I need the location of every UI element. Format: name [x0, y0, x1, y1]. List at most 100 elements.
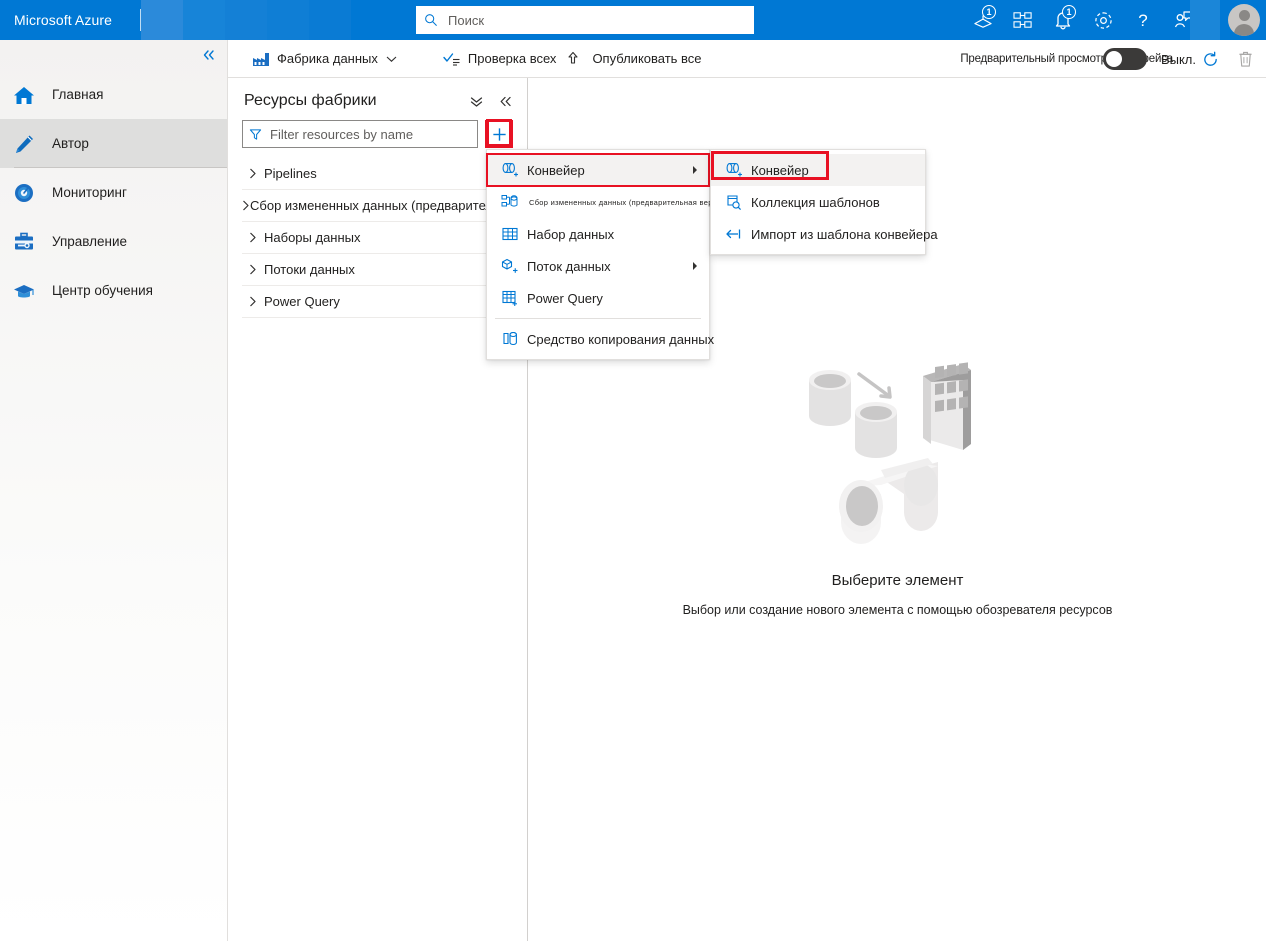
- table-row[interactable]: Наборы данных: [242, 222, 527, 254]
- monitor-gauge-icon: [12, 182, 46, 204]
- chevron-right-icon[interactable]: [242, 168, 264, 179]
- azure-data-factory-studio: Microsoft Azure: [0, 0, 1266, 941]
- svg-text:?: ?: [1138, 11, 1147, 30]
- menu-item-data-flow[interactable]: Поток данных: [487, 250, 709, 282]
- adf-toolbar: Фабрика данных Проверка всех: [228, 40, 1266, 78]
- notifications-bell-icon[interactable]: 1: [1046, 0, 1080, 40]
- table-row[interactable]: Power Query: [242, 286, 527, 318]
- menu-item-copy-data-tool[interactable]: Средство копирования данных: [487, 323, 709, 355]
- chevron-right-icon[interactable]: [242, 200, 250, 211]
- help-question-icon[interactable]: ?: [1126, 0, 1160, 40]
- validate-all-label: Проверка всех: [468, 51, 557, 66]
- data-pipeline-illustration: [793, 354, 1003, 554]
- sidebar-item-manage[interactable]: Управление: [0, 217, 227, 266]
- submenu-item-label: Коллекция шаблонов: [747, 195, 880, 210]
- chevron-double-down-icon[interactable]: [469, 95, 484, 108]
- chevron-right-icon[interactable]: [242, 232, 264, 243]
- chevron-right-icon[interactable]: [242, 264, 264, 275]
- pipeline-add-icon: [721, 162, 747, 178]
- tree-item-label: Pipelines: [264, 166, 317, 181]
- graduation-cap-icon: [12, 280, 46, 302]
- tree-item-label: Наборы данных: [264, 230, 361, 245]
- dataflow-add-icon: [497, 258, 523, 274]
- validate-icon: [443, 51, 461, 67]
- chevron-right-icon[interactable]: [242, 296, 264, 307]
- global-search-box[interactable]: [416, 6, 754, 34]
- avatar[interactable]: [1228, 4, 1260, 36]
- sidebar-item-label-manage: Управление: [46, 234, 127, 249]
- factory-resources-tree: Pipelines Сбор измененных данных (предва…: [228, 158, 527, 318]
- sidebar-item-author[interactable]: Автор: [0, 119, 227, 168]
- sidebar-item-label-monitor: Мониторинг: [46, 185, 127, 200]
- settings-gear-icon[interactable]: [1086, 0, 1120, 40]
- menu-item-label: Power Query: [523, 291, 603, 306]
- publish-upload-icon: [566, 51, 580, 67]
- header-block-4: [267, 0, 309, 40]
- menu-item-label: Сбор измененных данных (предварительная …: [523, 198, 728, 207]
- avatar-head: [1239, 10, 1250, 21]
- directories-subscriptions-icon[interactable]: [1006, 0, 1040, 40]
- pipeline-submenu: Конвейер Коллекция шаблонов: [710, 149, 926, 255]
- sidebar-item-home[interactable]: Главная: [0, 70, 227, 119]
- trash-icon[interactable]: [1237, 50, 1254, 68]
- toolbar-right-group: Предварительный просмотр интерфейса Выкл…: [960, 40, 1260, 78]
- data-factory-icon: [252, 51, 270, 67]
- factory-resources-actions: [469, 95, 513, 108]
- preview-toggle-switch[interactable]: [1103, 48, 1147, 70]
- data-factory-selector[interactable]: Фабрика данных: [242, 40, 407, 78]
- avatar-body: [1234, 24, 1254, 36]
- azure-brand-label[interactable]: Microsoft Azure: [0, 12, 112, 28]
- refresh-icon[interactable]: [1202, 51, 1219, 68]
- empty-state: Выберите элемент Выбор или создание ново…: [529, 354, 1266, 617]
- submenu-item-import-from-template[interactable]: Импорт из шаблона конвейера: [711, 218, 925, 250]
- sidebar-item-label-author: Автор: [46, 136, 89, 151]
- menu-item-pipeline[interactable]: Конвейер: [487, 154, 709, 186]
- empty-state-subtitle: Выбор или создание нового элемента с пом…: [683, 603, 1113, 617]
- cloud-shell-icon[interactable]: 1: [966, 0, 1000, 40]
- menu-item-label: Конвейер: [523, 163, 585, 178]
- global-search[interactable]: [416, 6, 754, 34]
- sidebar-item-monitor[interactable]: Мониторинг: [0, 168, 227, 217]
- pencil-icon: [12, 133, 46, 155]
- cdc-add-icon: [497, 194, 523, 210]
- data-factory-label: Фабрика данных: [277, 51, 378, 66]
- submenu-item-template-gallery[interactable]: Коллекция шаблонов: [711, 186, 925, 218]
- notifications-badge: 1: [1062, 5, 1076, 19]
- chevron-right-icon: [692, 165, 699, 175]
- menu-item-label: Набор данных: [523, 227, 614, 242]
- search-input[interactable]: [446, 12, 746, 29]
- tree-item-label: Потоки данных: [264, 262, 355, 277]
- table-row[interactable]: Потоки данных: [242, 254, 527, 286]
- sidebar-item-learning-center[interactable]: Центр обучения: [0, 266, 227, 315]
- toolbox-icon: [12, 231, 46, 253]
- collapse-panel-icon[interactable]: [498, 95, 513, 108]
- azure-top-bar: Microsoft Azure: [0, 0, 1266, 40]
- dataset-table-icon: [497, 226, 523, 242]
- chevron-down-icon: [386, 55, 397, 63]
- add-resource-button[interactable]: [485, 120, 513, 148]
- sidebar-item-label-home: Главная: [46, 87, 103, 102]
- filter-funnel-icon: [249, 128, 262, 141]
- chevron-right-icon: [692, 261, 699, 271]
- power-query-icon: [497, 290, 523, 306]
- validate-all-button[interactable]: Проверка всех: [433, 40, 567, 78]
- header-block-3: [225, 0, 267, 40]
- pipeline-add-icon: [497, 162, 523, 178]
- menu-item-label: Поток данных: [523, 259, 611, 274]
- header-block-2: [183, 0, 225, 40]
- table-row[interactable]: Pipelines: [242, 158, 527, 190]
- table-row[interactable]: Сбор измененных данных (предварительная …: [242, 190, 527, 222]
- menu-item-label: Средство копирования данных: [523, 332, 714, 347]
- menu-item-power-query[interactable]: Power Query: [487, 282, 709, 314]
- filter-resources-input[interactable]: [268, 126, 471, 143]
- import-template-icon: [721, 226, 747, 242]
- template-gallery-icon: [721, 194, 747, 210]
- submenu-item-pipeline[interactable]: Конвейер: [711, 154, 925, 186]
- toggle-state-label: Выкл.: [1161, 52, 1196, 67]
- filter-resources-box[interactable]: [242, 120, 478, 148]
- menu-item-change-data-capture[interactable]: Сбор измененных данных (предварительная …: [487, 186, 709, 218]
- publish-all-button[interactable]: Опубликовать все: [568, 40, 711, 78]
- menu-item-dataset[interactable]: Набор данных: [487, 218, 709, 250]
- chevron-double-left-icon[interactable]: [201, 48, 217, 62]
- search-icon: [424, 13, 438, 27]
